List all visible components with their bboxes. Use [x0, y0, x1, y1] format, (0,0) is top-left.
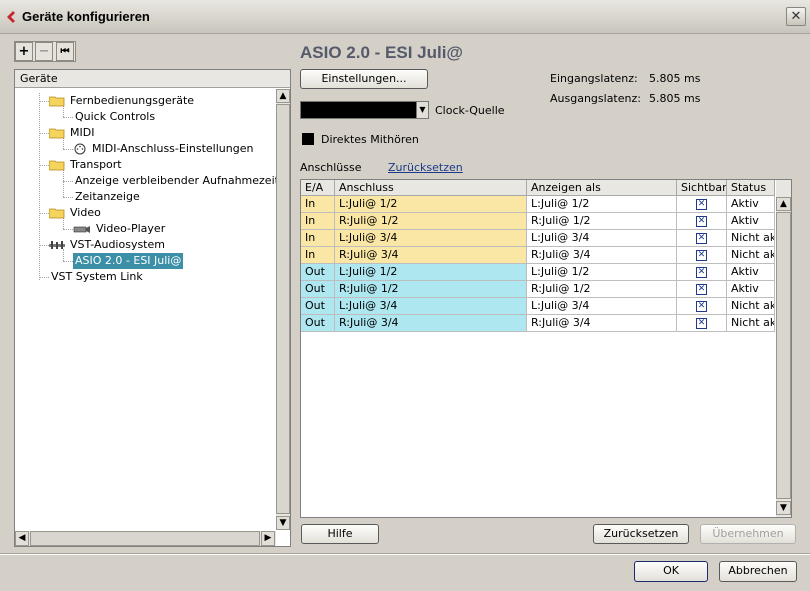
column-header-anzeigen-als[interactable]: Anzeigen als: [527, 180, 677, 196]
clock-source-label: Clock-Quelle: [435, 104, 505, 117]
visible-checkbox[interactable]: ✕: [696, 318, 707, 329]
divider-highlight: [0, 554, 810, 555]
tree-item-fernbedienungsgeraete[interactable]: Fernbedienungsgeräte: [49, 93, 196, 109]
column-header-sichtbar[interactable]: Sichtbar: [677, 180, 727, 196]
audio-system-icon: [49, 241, 65, 249]
cubase-logo-icon: [7, 11, 15, 23]
ok-button[interactable]: OK: [634, 561, 708, 582]
midi-port-icon: [74, 143, 86, 155]
ports-label: Anschlüsse: [300, 161, 362, 174]
tree-horizontal-scrollbar[interactable]: ◀ ▶: [15, 531, 276, 546]
title-bar: Geräte konfigurieren ✕: [0, 0, 810, 34]
visible-checkbox[interactable]: ✕: [696, 199, 707, 210]
tree-item-vst-system-link[interactable]: VST System Link: [49, 269, 145, 285]
chevron-down-icon[interactable]: ▼: [416, 102, 428, 118]
visible-checkbox[interactable]: ✕: [696, 267, 707, 278]
column-header-ea[interactable]: E/A: [301, 180, 335, 196]
table-row[interactable]: In R:Juli@ 3/4 R:Juli@ 3/4 ✕ Nicht aktiv: [301, 247, 775, 264]
cancel-button[interactable]: Abbrechen: [719, 561, 797, 582]
add-device-button[interactable]: +: [15, 42, 33, 61]
table-row[interactable]: In R:Juli@ 1/2 R:Juli@ 1/2 ✕ Aktiv: [301, 213, 775, 230]
folder-icon: [49, 128, 65, 139]
tree-item-zeitanzeige[interactable]: Zeitanzeige: [73, 189, 142, 205]
device-title: ASIO 2.0 - ESI Juli@: [300, 43, 464, 62]
scroll-thumb-horizontal[interactable]: [30, 531, 260, 546]
table-row[interactable]: Out R:Juli@ 3/4 R:Juli@ 3/4 ✕ Nicht akti…: [301, 315, 775, 332]
tree-vertical-scrollbar[interactable]: ▲ ▼: [276, 89, 290, 530]
settings-button[interactable]: Einstellungen...: [300, 69, 428, 89]
apply-button[interactable]: Übernehmen: [700, 524, 796, 544]
scroll-up-icon[interactable]: ▲: [776, 197, 791, 211]
scroll-thumb[interactable]: [776, 212, 791, 499]
tree-item-transport[interactable]: Transport: [49, 157, 124, 173]
close-button[interactable]: ✕: [786, 7, 806, 26]
visible-checkbox[interactable]: ✕: [696, 233, 707, 244]
ports-table: E/A Anschluss Anzeigen als Sichtbar Stat…: [300, 179, 792, 518]
tree-header: Geräte: [15, 70, 290, 88]
tree-item-asio-esi-juli[interactable]: ASIO 2.0 - ESI Juli@: [73, 253, 184, 269]
tree-item-video-player[interactable]: Video-Player: [73, 221, 167, 237]
column-header-status[interactable]: Status: [727, 180, 775, 196]
output-latency-value: 5.805 ms: [649, 92, 701, 105]
table-vertical-scrollbar[interactable]: ▲ ▼: [776, 180, 791, 517]
tree-item-vst-audiosystem[interactable]: VST-Audiosystem: [49, 237, 167, 253]
scroll-left-icon[interactable]: ◀: [15, 531, 29, 546]
tree-item-video[interactable]: Video: [49, 205, 103, 221]
scroll-right-icon[interactable]: ▶: [261, 531, 275, 546]
table-row[interactable]: Out R:Juli@ 1/2 R:Juli@ 1/2 ✕ Aktiv: [301, 281, 775, 298]
scroll-thumb[interactable]: [276, 104, 290, 514]
device-tree: Geräte Fernbedienungsgeräte Quick Contro…: [14, 69, 291, 547]
direct-monitoring-label: Direktes Mithören: [321, 133, 419, 146]
table-row[interactable]: Out L:Juli@ 1/2 L:Juli@ 1/2 ✕ Aktiv: [301, 264, 775, 281]
visible-checkbox[interactable]: ✕: [696, 284, 707, 295]
direct-monitoring-checkbox[interactable]: [302, 133, 314, 145]
clock-source-select[interactable]: ▼: [300, 101, 429, 119]
visible-checkbox[interactable]: ✕: [696, 301, 707, 312]
folder-icon: [49, 160, 65, 171]
window-title: Geräte konfigurieren: [22, 9, 150, 24]
video-player-icon: [73, 226, 90, 233]
visible-checkbox[interactable]: ✕: [696, 250, 707, 261]
column-header-anschluss[interactable]: Anschluss: [335, 180, 527, 196]
output-latency-label: Ausgangslatenz:: [550, 92, 641, 105]
table-row[interactable]: In L:Juli@ 3/4 L:Juli@ 3/4 ✕ Nicht aktiv: [301, 230, 775, 247]
folder-icon: [49, 208, 65, 219]
reset-device-button[interactable]: ⏮: [56, 42, 74, 61]
scroll-down-icon[interactable]: ▼: [276, 516, 290, 530]
tree-item-midi-anschluss-einstellungen[interactable]: MIDI-Anschluss-Einstellungen: [73, 141, 255, 157]
input-latency-label: Eingangslatenz:: [550, 72, 638, 85]
reset-button[interactable]: Zurücksetzen: [593, 524, 689, 544]
tree-item-midi[interactable]: MIDI: [49, 125, 96, 141]
scroll-up-icon[interactable]: ▲: [276, 89, 290, 103]
table-row[interactable]: In L:Juli@ 1/2 L:Juli@ 1/2 ✕ Aktiv: [301, 196, 775, 213]
scroll-down-icon[interactable]: ▼: [776, 501, 791, 515]
reset-ports-link[interactable]: Zurücksetzen: [388, 161, 463, 174]
input-latency-value: 5.805 ms: [649, 72, 701, 85]
remove-device-button[interactable]: −: [35, 42, 53, 61]
tree-item-quick-controls[interactable]: Quick Controls: [73, 109, 157, 125]
help-button[interactable]: Hilfe: [301, 524, 379, 544]
visible-checkbox[interactable]: ✕: [696, 216, 707, 227]
tree-item-anzeige-verbleibender-aufnahmezeit[interactable]: Anzeige verbleibender Aufnahmezeit: [73, 173, 281, 189]
table-row[interactable]: Out L:Juli@ 3/4 L:Juli@ 3/4 ✕ Nicht akti…: [301, 298, 775, 315]
folder-icon: [49, 96, 65, 107]
